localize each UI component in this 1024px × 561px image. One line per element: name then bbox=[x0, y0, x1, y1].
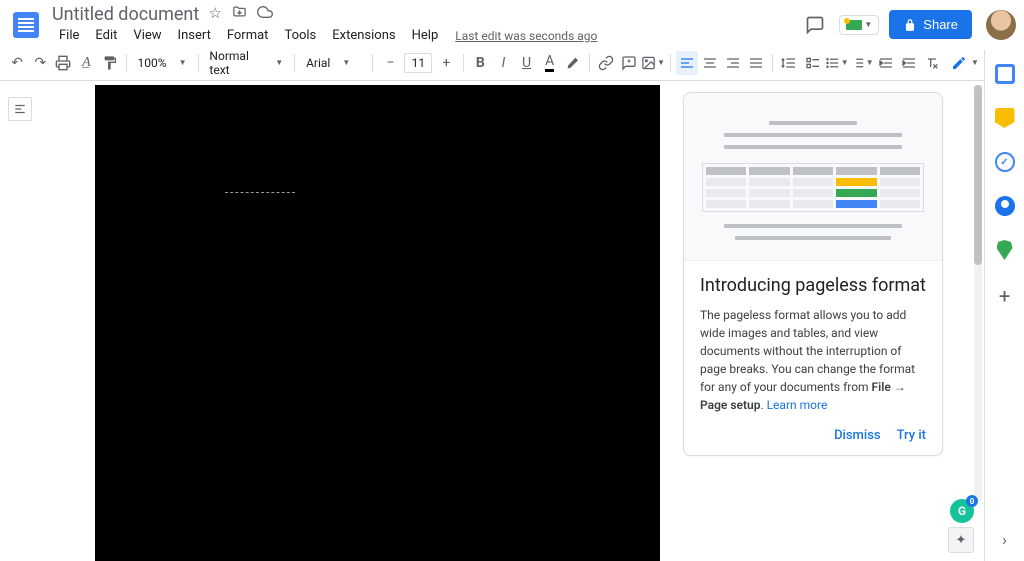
menu-bar: File Edit View Insert Format Tools Exten… bbox=[52, 26, 801, 45]
explore-button[interactable]: ✦ bbox=[948, 527, 974, 553]
style-dropdown[interactable]: Normal text▼ bbox=[203, 47, 289, 79]
outline-panel bbox=[0, 81, 40, 561]
italic-button[interactable]: I bbox=[492, 51, 514, 75]
numbered-list-button[interactable]: ▼ bbox=[850, 51, 874, 75]
menu-file[interactable]: File bbox=[52, 26, 86, 45]
text-color-button[interactable]: A bbox=[539, 51, 561, 75]
move-icon[interactable] bbox=[232, 4, 247, 22]
info-title: Introducing pageless format bbox=[700, 275, 926, 296]
menu-extensions[interactable]: Extensions bbox=[325, 26, 402, 45]
user-avatar[interactable] bbox=[986, 10, 1016, 40]
info-illustration bbox=[684, 93, 942, 261]
meet-camera-icon bbox=[846, 20, 862, 30]
app-header: Untitled document ☆ File Edit View Inser… bbox=[0, 0, 1024, 45]
meet-button[interactable]: ▼ bbox=[839, 15, 879, 35]
add-apps-icon[interactable]: + bbox=[995, 284, 1015, 308]
menu-insert[interactable]: Insert bbox=[171, 26, 218, 45]
right-side-panel: + › bbox=[984, 50, 1024, 561]
cursor-line bbox=[225, 192, 295, 193]
vertical-scrollbar[interactable] bbox=[974, 85, 982, 501]
document-page[interactable] bbox=[95, 85, 660, 561]
menu-tools[interactable]: Tools bbox=[277, 26, 323, 45]
menu-view[interactable]: View bbox=[126, 26, 168, 45]
keep-icon[interactable] bbox=[995, 108, 1015, 128]
caret-down-icon: ▼ bbox=[971, 58, 979, 67]
title-area: Untitled document ☆ File Edit View Inser… bbox=[52, 4, 801, 45]
increase-font-button[interactable]: + bbox=[434, 51, 458, 75]
align-justify-button[interactable] bbox=[745, 51, 767, 75]
redo-button[interactable]: ↷ bbox=[29, 51, 51, 75]
line-spacing-button[interactable] bbox=[778, 51, 800, 75]
comment-button[interactable] bbox=[618, 51, 640, 75]
cloud-status-icon[interactable] bbox=[257, 4, 273, 22]
menu-edit[interactable]: Edit bbox=[88, 26, 124, 45]
align-center-button[interactable] bbox=[699, 51, 721, 75]
star-icon[interactable]: ☆ bbox=[208, 4, 221, 22]
clear-formatting-button[interactable] bbox=[921, 51, 943, 75]
contacts-icon[interactable] bbox=[995, 196, 1015, 216]
comment-history-icon[interactable] bbox=[801, 11, 829, 39]
print-button[interactable] bbox=[52, 51, 74, 75]
calendar-icon[interactable] bbox=[995, 64, 1015, 84]
link-button[interactable] bbox=[595, 51, 617, 75]
menu-help[interactable]: Help bbox=[405, 26, 446, 45]
document-title[interactable]: Untitled document bbox=[52, 4, 199, 25]
toolbar: ↶ ↷ A̲ 100%▼ Normal text▼ Arial▼ − 11 + … bbox=[0, 45, 1024, 81]
align-right-button[interactable] bbox=[722, 51, 744, 75]
underline-button[interactable]: U bbox=[516, 51, 538, 75]
font-size-input[interactable]: 11 bbox=[404, 53, 432, 73]
zoom-dropdown[interactable]: 100%▼ bbox=[132, 54, 193, 72]
align-left-button[interactable] bbox=[676, 51, 698, 75]
scrollbar-thumb[interactable] bbox=[974, 85, 982, 265]
bulleted-list-button[interactable]: ▼ bbox=[825, 51, 849, 75]
menu-format[interactable]: Format bbox=[220, 26, 276, 45]
outline-toggle-button[interactable] bbox=[8, 97, 32, 121]
header-right: ▼ Share bbox=[801, 10, 1016, 40]
spellcheck-button[interactable]: A̲ bbox=[75, 51, 97, 75]
grammarly-badge: 0 bbox=[966, 495, 978, 507]
increase-indent-button[interactable] bbox=[898, 51, 920, 75]
pen-icon bbox=[951, 55, 967, 71]
highlight-button[interactable] bbox=[562, 51, 584, 75]
share-button[interactable]: Share bbox=[889, 10, 972, 39]
grammarly-icon[interactable]: G0 bbox=[950, 499, 974, 523]
undo-button[interactable]: ↶ bbox=[6, 51, 28, 75]
share-label: Share bbox=[923, 17, 958, 32]
image-button[interactable]: ▼ bbox=[641, 51, 665, 75]
font-dropdown[interactable]: Arial▼ bbox=[300, 54, 367, 72]
dismiss-button[interactable]: Dismiss bbox=[834, 428, 881, 443]
lock-icon bbox=[903, 18, 917, 32]
caret-down-icon: ▼ bbox=[864, 20, 872, 29]
info-text: The pageless format allows you to add wi… bbox=[700, 306, 926, 414]
maps-icon[interactable] bbox=[997, 240, 1013, 260]
try-it-button[interactable]: Try it bbox=[897, 428, 926, 443]
editing-mode-button[interactable]: ▼ bbox=[945, 53, 985, 73]
learn-more-link[interactable]: Learn more bbox=[767, 398, 828, 412]
last-edit-link[interactable]: Last edit was seconds ago bbox=[455, 29, 597, 43]
tasks-icon[interactable] bbox=[995, 152, 1015, 172]
bold-button[interactable]: B bbox=[469, 51, 491, 75]
docs-logo[interactable] bbox=[8, 7, 44, 43]
collapse-side-panel-icon[interactable]: › bbox=[1002, 530, 1007, 549]
docs-logo-icon bbox=[13, 12, 39, 38]
checklist-button[interactable] bbox=[802, 51, 824, 75]
decrease-font-button[interactable]: − bbox=[378, 51, 402, 75]
pageless-info-panel: Introducing pageless format The pageless… bbox=[683, 92, 943, 456]
paint-format-button[interactable] bbox=[99, 51, 121, 75]
decrease-indent-button[interactable] bbox=[875, 51, 897, 75]
